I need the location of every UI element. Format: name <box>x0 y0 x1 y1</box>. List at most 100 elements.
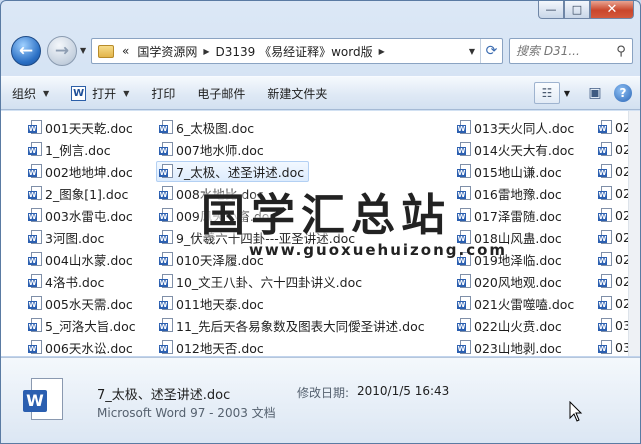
organize-button[interactable]: 组织 ▼ <box>1 80 60 106</box>
file-item[interactable]: W02 <box>598 271 628 292</box>
address-dropdown-icon[interactable]: ▼ <box>464 47 480 56</box>
word-document-icon: W <box>159 142 173 157</box>
word-document-icon: W <box>28 252 42 267</box>
new-folder-button[interactable]: 新建文件夹 <box>256 80 338 106</box>
file-item[interactable]: W 004山水蒙.doc <box>28 249 133 270</box>
word-document-icon: W <box>159 252 173 267</box>
file-item[interactable]: W 1_例言.doc <box>28 139 111 160</box>
file-item[interactable]: W 014火天大有.doc <box>457 139 574 160</box>
file-name: 02 <box>615 142 628 157</box>
file-item[interactable]: W02 <box>598 227 628 248</box>
word-document-icon: W <box>159 208 173 223</box>
new-folder-label: 新建文件夹 <box>267 86 328 101</box>
word-document-icon: W <box>159 340 173 355</box>
file-item[interactable]: W 5_河洛大旨.doc <box>28 315 136 336</box>
file-item[interactable]: W 016雷地豫.doc <box>457 183 562 204</box>
file-item[interactable]: W 4洛书.doc <box>28 271 104 292</box>
preview-pane-button[interactable]: ▣ <box>584 85 606 101</box>
file-item[interactable]: W 023山地剥.doc <box>457 337 562 356</box>
folder-icon <box>98 44 114 58</box>
file-name: 6_太极图.doc <box>176 121 255 136</box>
file-item[interactable]: W02 <box>598 161 628 182</box>
search-input[interactable] <box>516 44 612 58</box>
file-item[interactable]: W 11_先后天各易象数及图表大同僾圣讲述.doc <box>159 315 425 336</box>
forward-button[interactable]: → <box>47 36 77 66</box>
word-icon: W <box>71 85 87 101</box>
word-document-icon: W <box>28 164 42 179</box>
file-item[interactable]: W02 <box>598 183 628 204</box>
close-button[interactable]: ✕ <box>590 1 634 19</box>
file-item[interactable]: W03 <box>598 315 628 336</box>
word-document-icon: W <box>28 274 42 289</box>
view-dropdown-icon[interactable]: ▼ <box>560 89 574 98</box>
word-document-icon: W <box>28 230 42 245</box>
file-item[interactable]: W 013天火同人.doc <box>457 117 574 138</box>
file-item[interactable]: W 005水天需.doc <box>28 293 133 314</box>
open-label: 打开 <box>92 86 117 101</box>
word-document-icon: W <box>159 230 173 245</box>
file-name: 2_图象[1].doc <box>45 187 129 202</box>
file-item[interactable]: W 007地水师.doc <box>159 139 264 160</box>
preview-pane-icon: ▣ <box>588 85 602 101</box>
file-name: 013天火同人.doc <box>474 121 575 136</box>
watermark-url: www.guoxuehuizong.com <box>249 241 508 259</box>
minimize-button[interactable]: — <box>538 1 564 19</box>
open-button[interactable]: W 打开 ▼ <box>60 80 140 106</box>
file-item[interactable]: W 012地天否.doc <box>159 337 264 356</box>
print-button[interactable]: 打印 <box>140 80 186 106</box>
file-item[interactable]: W02 <box>598 293 628 314</box>
search-box[interactable]: ⚲ <box>509 38 633 64</box>
file-item[interactable]: W 021火雷噬嗑.doc <box>457 293 574 314</box>
file-item[interactable]: W 2_图象[1].doc <box>28 183 128 204</box>
breadcrumb-separator-icon[interactable]: ▶ <box>201 47 211 56</box>
file-item[interactable]: W02 <box>598 205 628 226</box>
file-item[interactable]: W 006天水讼.doc <box>28 337 133 356</box>
file-item[interactable]: W 001天天乾.doc <box>28 117 133 138</box>
word-document-icon: W <box>457 208 471 223</box>
breadcrumb-separator-icon[interactable]: ▶ <box>377 47 387 56</box>
file-item[interactable]: W02 <box>598 139 628 160</box>
email-button[interactable]: 电子邮件 <box>186 80 256 106</box>
file-item[interactable]: W02 <box>598 117 628 138</box>
breadcrumb-item[interactable]: 国学资源网 <box>133 43 201 60</box>
file-name: 3河图.doc <box>45 231 105 246</box>
word-document-icon: W <box>598 208 612 223</box>
file-item[interactable]: W02 <box>598 249 628 270</box>
organize-label: 组织 <box>12 86 37 101</box>
breadcrumb-overflow[interactable]: « <box>118 44 133 58</box>
file-item[interactable]: W 015地山谦.doc <box>457 161 562 182</box>
word-document-icon: W <box>159 274 173 289</box>
file-item[interactable]: W 020风地观.doc <box>457 271 562 292</box>
explorer-window: — □ ✕ ← → ▼ « 国学资源网 ▶ D3139 《易经证释》word版 … <box>0 0 641 444</box>
file-item[interactable]: W 6_太极图.doc <box>159 117 254 138</box>
refresh-button[interactable]: ⟳ <box>480 39 502 63</box>
breadcrumb-item[interactable]: D3139 《易经证释》word版 <box>212 43 377 60</box>
word-document-icon: W <box>28 208 42 223</box>
address-bar[interactable]: « 国学资源网 ▶ D3139 《易经证释》word版 ▶ ▼ ⟳ <box>91 38 503 64</box>
recent-pages-dropdown[interactable]: ▼ <box>80 46 86 55</box>
help-button[interactable]: ? <box>614 84 632 102</box>
file-item[interactable]: W 017泽雷随.doc <box>457 205 562 226</box>
file-name: 11_先后天各易象数及图表大同僾圣讲述.doc <box>176 319 425 334</box>
refresh-icon: ⟳ <box>485 43 498 59</box>
details-file-name: 7_太极、述圣讲述.doc <box>97 388 231 403</box>
change-view-button[interactable]: ☷ <box>534 82 560 104</box>
word-document-icon: W <box>457 120 471 135</box>
command-bar: 组织 ▼ W 打开 ▼ 打印 电子邮件 新建文件夹 ☷ ▼ ▣ ? <box>1 76 640 110</box>
file-item[interactable]: W 022山火贲.doc <box>457 315 562 336</box>
file-item[interactable]: W 002地地坤.doc <box>28 161 133 182</box>
file-item[interactable]: W 011地天泰.doc <box>159 293 264 314</box>
file-item[interactable]: W 3河图.doc <box>28 227 104 248</box>
file-item[interactable]: W 003水雷屯.doc <box>28 205 133 226</box>
maximize-button[interactable]: □ <box>564 1 590 19</box>
vertical-scrollbar[interactable] <box>628 111 640 356</box>
word-document-icon: W <box>28 142 42 157</box>
word-document-icon: W <box>598 340 612 355</box>
search-icon[interactable]: ⚲ <box>612 44 630 59</box>
back-button[interactable]: ← <box>11 36 41 66</box>
file-name: 1_例言.doc <box>45 143 111 158</box>
word-document-icon: W <box>457 340 471 355</box>
file-item[interactable]: W03 <box>598 337 628 356</box>
file-item[interactable]: W 10_文王八卦、六十四卦讲义.doc <box>159 271 362 292</box>
word-document-icon: W <box>457 142 471 157</box>
